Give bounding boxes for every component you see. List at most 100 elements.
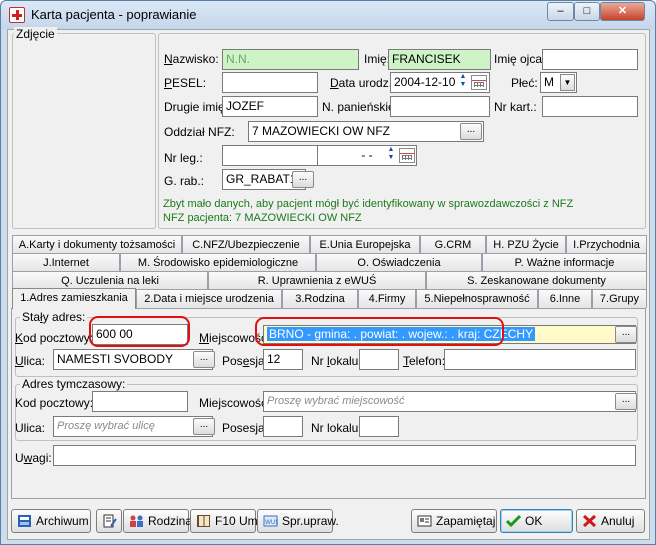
tab-pzu-zycie[interactable]: H. PZU Życie [486, 235, 566, 254]
miejscowosc-browse-button[interactable]: ... [615, 326, 637, 343]
plec-label: Płeć: [511, 76, 538, 90]
nr-leg-input[interactable] [222, 145, 318, 166]
imie-ojca-input[interactable] [542, 49, 638, 70]
zapamietaj-label: Zapamiętaj [436, 514, 496, 528]
highlight-kod-pocztowy [89, 316, 190, 347]
edit-document-icon [103, 514, 117, 528]
tymcz-posesja-label: Posesja: [222, 421, 269, 435]
imie-input[interactable]: FRANCISEK [388, 49, 491, 70]
n-panienskie-input[interactable] [390, 96, 490, 117]
nr-leg-date-spinner-icon[interactable]: ▲ ▼ [385, 146, 397, 165]
pesel-input[interactable] [222, 72, 318, 93]
tymcz-nr-lokalu-input[interactable] [359, 416, 399, 437]
nr-leg-calendar-icon[interactable] [399, 148, 415, 163]
ulica-label: Ulica: [15, 354, 46, 368]
telefon-input[interactable] [444, 349, 636, 370]
tymcz-ulica-browse-button[interactable]: ... [193, 418, 215, 435]
cancel-x-icon [582, 514, 597, 528]
chevron-down-icon[interactable]: ▼ [560, 74, 575, 91]
tab-przychodnia[interactable]: I.Przychodnia [566, 235, 647, 254]
tab-grupy[interactable]: 7.Grupy [592, 289, 647, 308]
maximize-button[interactable]: □ [574, 2, 600, 21]
photo-title: Zdjęcie [14, 27, 57, 41]
tab-internet[interactable]: J.Internet [12, 253, 120, 272]
oddzial-nfz-input[interactable]: 7 MAZOWIECKI OW NFZ [248, 121, 484, 142]
tymcz-kod-input[interactable] [92, 391, 188, 412]
rodzina-button[interactable]: Rodzina [123, 509, 193, 533]
kod-pocztowy-label: Kod pocztowy: [15, 331, 94, 345]
spr-upraw-label: Spr.upraw. [282, 514, 339, 528]
tymcz-miejscowosc-browse-button[interactable]: ... [615, 393, 637, 410]
nfz-info-text: NFZ pacjenta: 7 MAZOWIECKI OW NFZ [163, 212, 362, 224]
f10-um-label: F10 Um. [215, 514, 262, 528]
patient-card-window: Karta pacjenta - poprawianie – □ ✕ Zdjęc… [0, 0, 656, 545]
close-button[interactable]: ✕ [600, 2, 645, 21]
edit-document-button[interactable] [96, 509, 122, 533]
oddzial-nfz-browse-button[interactable]: ... [460, 123, 482, 140]
minimize-button[interactable]: – [547, 2, 574, 21]
tab-zeskanowane[interactable]: S. Zeskanowane dokumenty [426, 271, 647, 290]
photo-group[interactable] [12, 33, 156, 229]
tab-karty-dokumenty[interactable]: A.Karty i dokumenty tożsamości [12, 235, 182, 254]
calendar-icon[interactable] [471, 75, 487, 90]
window-title: Karta pacjenta - poprawianie [31, 7, 197, 22]
tymcz-miejscowosc-input[interactable]: Proszę wybrać miejscowość [263, 391, 636, 412]
g-rab-browse-button[interactable]: ... [292, 171, 314, 188]
tab-uprawnienia-ewus[interactable]: R. Uprawnienia z eWUŚ [208, 271, 426, 290]
nr-lokalu-input[interactable] [359, 349, 399, 370]
tab-unia-europejska[interactable]: E.Unia Europejska [310, 235, 420, 254]
permanent-address-title: Stały adres: [20, 310, 88, 324]
zapamietaj-button[interactable]: Zapamiętaj [411, 509, 497, 533]
birthdate-spinner-icon[interactable]: ▲ ▼ [457, 73, 469, 92]
tab-wazne-informacje[interactable]: P. Ważne informacje [482, 253, 647, 272]
tab-data-miejsce-urodzenia[interactable]: 2.Data i miejsce urodzenia [136, 289, 282, 308]
drugie-imie-input[interactable]: JOZEF [222, 96, 318, 117]
tab-rodzina[interactable]: 3.Rodzina [282, 289, 358, 308]
tab-adres-zamieszkania[interactable]: 1.Adres zamieszkania [12, 288, 136, 309]
f10-um-button[interactable]: F10 Um. [190, 509, 261, 533]
tab-crm[interactable]: G.CRM [420, 235, 486, 254]
ok-label: OK [525, 514, 543, 528]
oddzial-nfz-label: Oddział NFZ: [164, 125, 235, 139]
anuluj-button[interactable]: Anuluj [576, 509, 645, 533]
tab-srodowisko[interactable]: M. Środowisko epidemiologiczne [120, 253, 316, 272]
rodzina-label: Rodzina [148, 514, 193, 528]
data-urodz-label: Data urodz.: [330, 76, 396, 90]
tab-firmy[interactable]: 4.Firmy [358, 289, 416, 308]
imie-label: Imię: [364, 52, 391, 66]
tab-niepelnosprawnosc[interactable]: 5.Niepełnosprawność [416, 289, 538, 308]
family-icon [130, 515, 143, 527]
g-rab-label: G. rab.: [164, 174, 205, 188]
imie-ojca-label: Imię ojca: [494, 52, 546, 66]
uwagi-label: Uwagi: [15, 451, 52, 465]
tymcz-kod-label: Kod pocztowy: [15, 396, 94, 410]
nr-lokalu-label: Nr lokalu: [311, 354, 362, 368]
tymcz-ulica-input[interactable]: Proszę wybrać ulicę [53, 416, 213, 437]
title-bar[interactable]: Karta pacjenta - poprawianie – □ ✕ [1, 1, 655, 29]
save-card-icon [417, 515, 432, 527]
tymcz-posesja-input[interactable] [263, 416, 303, 437]
ulica-browse-button[interactable]: ... [193, 351, 215, 368]
archiwum-button[interactable]: Archiwum [11, 509, 91, 533]
ok-button[interactable]: OK [500, 509, 573, 533]
app-cross-icon [9, 7, 25, 23]
ulica-input[interactable]: NAMESTI SVOBODY [53, 349, 213, 370]
n-panienskie-label: N. panieńskie: [322, 100, 399, 114]
nr-kart-label: Nr kart.: [494, 100, 537, 114]
tymcz-ulica-label: Ulica: [15, 421, 46, 435]
uwagi-input[interactable] [53, 445, 636, 466]
anuluj-label: Anuluj [601, 514, 635, 528]
nazwisko-input[interactable]: N.N. [222, 49, 359, 70]
nazwisko-label: Nazwisko: [164, 52, 219, 66]
client-area: Zdjęcie Nazwisko: N.N. Imię: FRANCISEK I… [7, 27, 650, 540]
tab-inne[interactable]: 6.Inne [538, 289, 592, 308]
temporary-address-title: Adres tymczasowy: [20, 377, 128, 391]
tab-oswiadczenia[interactable]: O. Oświadczenia [316, 253, 482, 272]
tab-nfz-ubezpieczenie[interactable]: C.NFZ/Ubezpieczenie [182, 235, 310, 254]
spr-upraw-button[interactable]: WUS Spr.upraw. [257, 509, 339, 533]
telefon-label: Telefon: [403, 354, 446, 368]
nr-kart-input[interactable] [542, 96, 638, 117]
archive-icon [18, 515, 31, 527]
posesja-input[interactable]: 12 [263, 349, 303, 370]
nr-leg-label: Nr leg.: [164, 151, 203, 165]
